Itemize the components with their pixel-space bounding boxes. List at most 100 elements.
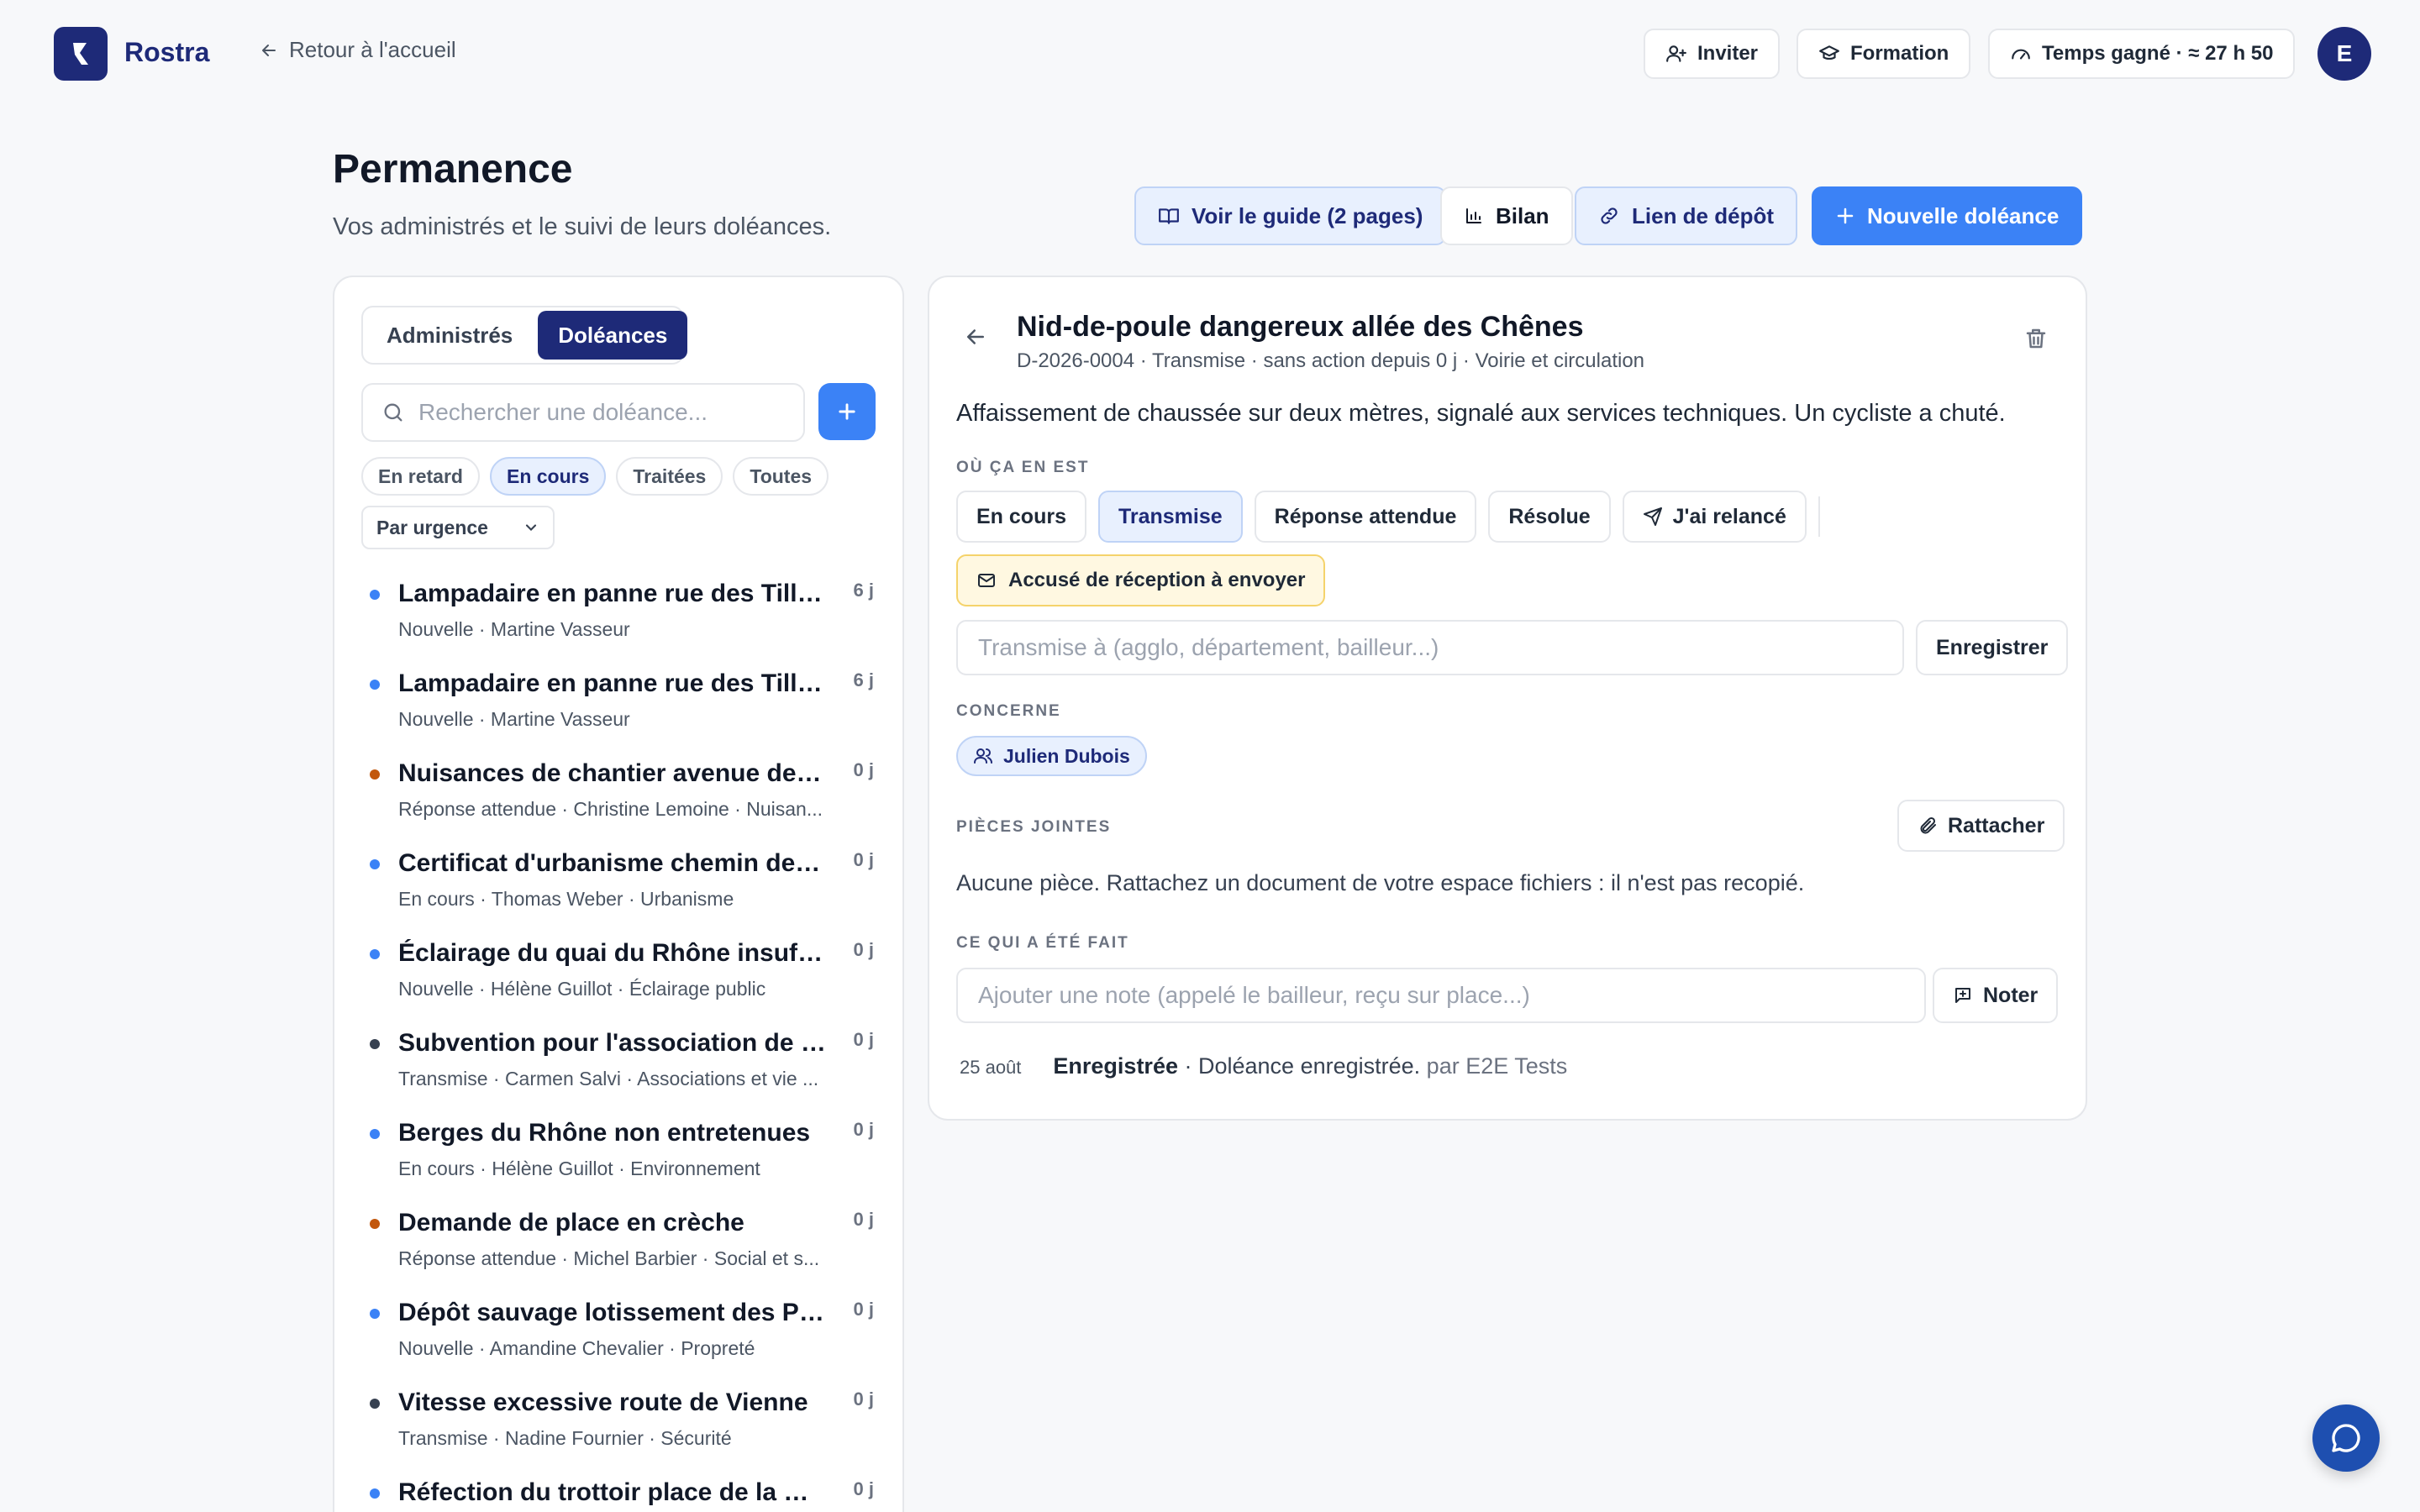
item-age: 0 j	[853, 1389, 874, 1410]
search-input[interactable]: Rechercher une doléance...	[361, 383, 805, 442]
attach-button[interactable]: Rattacher	[1897, 800, 2065, 852]
formation-button[interactable]: Formation	[1797, 29, 1971, 79]
item-meta: Nouvelle · Martine Vasseur	[398, 618, 630, 640]
page-title: Permanence	[333, 147, 573, 192]
back-to-home-link[interactable]: Retour à l'accueil	[259, 37, 456, 63]
status-dot	[370, 1399, 380, 1409]
add-doleance-button[interactable]	[818, 383, 876, 440]
doleance-list-item[interactable]: Vitesse excessive route de Vienne Transmi…	[361, 1380, 882, 1470]
item-age: 0 j	[853, 1119, 874, 1140]
plus-icon	[839, 403, 855, 420]
note-input[interactable]: Ajouter une note (appelé le bailleur, re…	[956, 968, 1926, 1023]
attach-label: Rattacher	[1948, 813, 2045, 837]
time-saved-button[interactable]: Temps gagné · ≈ 27 h 50	[1988, 29, 2296, 79]
logo-icon	[73, 43, 88, 65]
arrow-left-icon	[967, 329, 984, 344]
users-icon	[974, 748, 992, 764]
new-doleance-button[interactable]: Nouvelle doléance	[1812, 186, 2083, 245]
guide-label: Voir le guide (2 pages)	[1192, 202, 1423, 228]
history-entry: 25 août Enregistrée · Doléance enregistr…	[960, 1053, 1567, 1079]
bilan-button[interactable]: Bilan	[1440, 186, 1573, 245]
status-en-cours[interactable]: En cours	[956, 491, 1086, 543]
sort-select[interactable]: Par urgence	[361, 506, 555, 549]
item-meta: En cours · Thomas Weber · Urbanisme	[398, 888, 734, 910]
note-label: Noter	[1983, 983, 2039, 1007]
doleance-list-item[interactable]: Subvention pour l'association de q... Tra…	[361, 1021, 882, 1110]
status-dot	[370, 1488, 380, 1499]
doleance-list-item[interactable]: Dépôt sauvage lotissement des Prés Nouvel…	[361, 1290, 882, 1380]
filter-en-retard[interactable]: En retard	[361, 457, 480, 496]
send-icon	[1643, 507, 1662, 526]
status-reponse-attendue[interactable]: Réponse attendue	[1254, 491, 1477, 543]
filter-toutes[interactable]: Toutes	[733, 457, 829, 496]
status-dot	[370, 1219, 380, 1229]
chat-button[interactable]	[2312, 1404, 2380, 1472]
doleance-list-item[interactable]: Lampadaire en panne rue des Tilleuls Nouv…	[361, 571, 882, 661]
transmise-a-input[interactable]: Transmise à (agglo, département, bailleu…	[956, 620, 1904, 675]
item-age: 0 j	[853, 1209, 874, 1230]
person-chip[interactable]: Julien Dubois	[956, 736, 1147, 776]
no-attachments-text: Aucune pièce. Rattachez un document de v…	[956, 870, 1805, 895]
person-name: Julien Dubois	[1003, 744, 1130, 767]
doleance-list-item[interactable]: Nuisances de chantier avenue de la... Rép…	[361, 751, 882, 841]
status-dot	[370, 859, 380, 869]
status-dot	[370, 949, 380, 959]
status-transmise[interactable]: Transmise	[1097, 491, 1243, 543]
relance-button[interactable]: J'ai relancé	[1622, 491, 1807, 543]
item-age: 6 j	[853, 669, 874, 690]
app-logo[interactable]	[54, 27, 108, 81]
note-button[interactable]: Noter	[1933, 968, 2059, 1023]
item-age: 6 j	[853, 580, 874, 601]
filter-en-cours[interactable]: En cours	[489, 457, 607, 496]
doleance-list-item[interactable]: Demande de place en crèche Réponse attend…	[361, 1200, 882, 1290]
doleance-title: Nid-de-poule dangereux allée des Chênes	[1017, 311, 1584, 343]
doleance-list: Lampadaire en panne rue des Tilleuls Nouv…	[361, 571, 882, 1512]
status-resolue[interactable]: Résolue	[1488, 491, 1611, 543]
status-dot	[370, 1129, 380, 1139]
item-meta: Nouvelle · Martine Vasseur	[398, 708, 630, 730]
search-placeholder: Rechercher une doléance...	[418, 399, 708, 425]
acknowledgment-button[interactable]: Accusé de réception à envoyer	[956, 554, 1326, 606]
doleance-list-item[interactable]: Berges du Rhône non entretenues En cours …	[361, 1110, 882, 1200]
item-title: Demande de place en crèche	[398, 1209, 744, 1236]
item-title: Berges du Rhône non entretenues	[398, 1119, 811, 1147]
arrow-left-icon	[262, 44, 276, 56]
back-button[interactable]	[963, 324, 988, 354]
status-dot	[370, 769, 380, 780]
status-dot	[370, 1309, 380, 1319]
item-title: Lampadaire en panne rue des Tilleuls	[398, 580, 827, 607]
save-button[interactable]: Enregistrer	[1916, 620, 2069, 675]
search-icon	[384, 403, 402, 422]
deposit-link-label: Lien de dépôt	[1632, 202, 1774, 228]
tab-doleances[interactable]: Doléances	[538, 311, 688, 360]
history-content: Enregistrée · Doléance enregistrée. par …	[1053, 1053, 1567, 1079]
tab-administres[interactable]: Administrés	[366, 311, 533, 360]
item-title: Certificat d'urbanisme chemin de H...	[398, 849, 827, 877]
page-subtitle: Vos administrés et le suivi de leurs dol…	[333, 213, 832, 240]
status-filters: En retard En cours Traitées Toutes	[361, 457, 829, 496]
chat-bubble-icon	[2332, 1424, 2360, 1452]
chevron-down-icon	[525, 524, 537, 531]
graduation-cap-icon	[1819, 45, 1839, 60]
status-options: En cours Transmise Réponse attendue Réso…	[956, 491, 1820, 543]
filter-traitees[interactable]: Traitées	[616, 457, 723, 496]
item-age: 0 j	[853, 939, 874, 960]
mail-icon	[978, 574, 995, 587]
doleance-list-item[interactable]: Certificat d'urbanisme chemin de H... En …	[361, 841, 882, 931]
item-title: Dépôt sauvage lotissement des Prés	[398, 1299, 827, 1326]
guide-button[interactable]: Voir le guide (2 pages)	[1134, 186, 1447, 245]
user-avatar[interactable]: E	[2317, 27, 2371, 81]
delete-button[interactable]	[2023, 326, 2049, 355]
doleance-detail-panel: Nid-de-poule dangereux allée des Chênes …	[928, 276, 2087, 1121]
doleance-list-item[interactable]: Lampadaire en panne rue des Tilleuls Nouv…	[361, 661, 882, 751]
invite-button[interactable]: Inviter	[1644, 29, 1781, 79]
status-dot	[370, 590, 380, 600]
item-title: Éclairage du quai du Rhône insuffis...	[398, 939, 827, 967]
deposit-link-button[interactable]: Lien de dépôt	[1575, 186, 1797, 245]
item-meta: En cours · Hélène Guillot · Environnemen…	[398, 1158, 760, 1179]
doleance-list-item[interactable]: Réfection du trottoir place de la Ré... 0…	[361, 1470, 882, 1512]
transmise-a-placeholder: Transmise à (agglo, département, bailleu…	[978, 634, 1439, 660]
bilan-label: Bilan	[1496, 202, 1549, 228]
item-meta: Nouvelle · Hélène Guillot · Éclairage pu…	[398, 978, 766, 1000]
doleance-list-item[interactable]: Éclairage du quai du Rhône insuffis... No…	[361, 931, 882, 1021]
